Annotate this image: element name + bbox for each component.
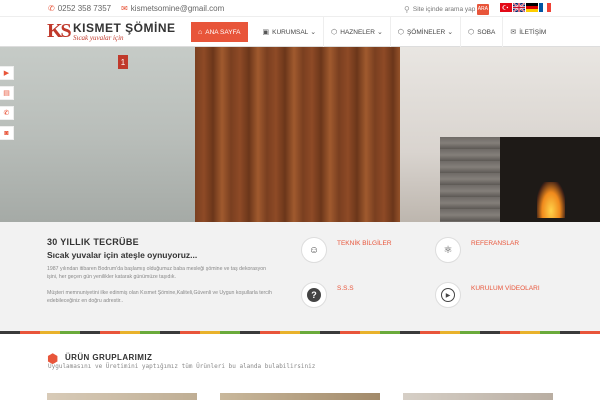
logo-name: KISMET ŞÖMİNE: [73, 21, 176, 35]
chevron-down-icon: ⌄: [376, 29, 383, 36]
phone-number: 0252 358 7357: [57, 4, 112, 13]
cube-icon: ⬡: [468, 29, 475, 36]
hero-wood-panel: [195, 47, 400, 222]
product-thumb-1[interactable]: [47, 393, 197, 400]
main-header: KS KISMET ŞÖMİNE Sıcak yuvalar için ⌂ AN…: [0, 17, 600, 47]
top-bar: ✆ 0252 358 7357 ✉ kismetsomine@gmail.com…: [0, 0, 600, 17]
logo-slogan: Sıcak yuvalar için: [73, 34, 124, 42]
side-phone-button[interactable]: ✆: [0, 106, 14, 120]
user-icon: ▣: [262, 29, 270, 36]
nav-home[interactable]: ⌂ ANA SAYFA: [191, 22, 248, 42]
phone-icon: ✆: [3, 110, 10, 117]
side-play-button[interactable]: ▶: [0, 66, 14, 80]
side-toolbar: ▶ ▤ ✆ ◙: [0, 66, 14, 146]
play-icon: ▶: [435, 282, 461, 308]
chevron-down-icon: ⌄: [310, 29, 317, 36]
experience-heading: 30 YILLIK TECRÜBE: [47, 237, 139, 247]
question-icon: ?: [301, 282, 327, 308]
user-circle-icon: ☺: [301, 237, 327, 263]
email-address: kismetsomine@gmail.com: [130, 4, 225, 13]
side-document-button[interactable]: ▤: [0, 86, 14, 100]
english-flag-icon[interactable]: [513, 3, 525, 12]
french-flag-icon[interactable]: [539, 3, 551, 12]
phone-item[interactable]: ✆ 0252 358 7357: [48, 4, 111, 13]
products-subtitle: Uygulamasını ve Üretimini yaptığımız tüm…: [48, 363, 316, 370]
nav-iletisim[interactable]: ✉ İLETİŞİM: [503, 17, 553, 47]
about-paragraph-1: 1987 yılından itibaren Bodrum'da başlamı…: [47, 266, 266, 280]
search-box: ⚲ ARA: [404, 3, 496, 15]
nav-label: İLETİŞİM: [519, 28, 547, 36]
envelope-icon: ✉: [121, 4, 128, 13]
logo-mark: KS: [47, 20, 72, 42]
chevron-down-icon: ⌄: [447, 29, 454, 36]
site-logo[interactable]: KS KISMET ŞÖMİNE Sıcak yuvalar için: [47, 20, 177, 44]
products-title: ÜRÜN GRUPLARIMIZ: [65, 353, 153, 362]
camera-icon: ◙: [4, 129, 9, 137]
email-item[interactable]: ✉ kismetsomine@gmail.com: [121, 4, 224, 13]
feature-label: S.S.S: [337, 285, 354, 292]
product-thumb-3[interactable]: [403, 393, 553, 400]
slide-number-badge[interactable]: 1: [118, 55, 128, 69]
main-nav: ⌂ ANA SAYFA ▣ KURUMSAL ⌄ ⬡ HAZNELER ⌄ ⬡ …: [189, 17, 553, 47]
search-input[interactable]: [412, 5, 477, 13]
feature-label: KURULUM VİDEOLARI: [471, 285, 540, 292]
document-icon: ▤: [3, 90, 10, 97]
phone-icon: ✆: [48, 4, 55, 13]
search-button[interactable]: ARA: [476, 3, 489, 15]
feature-label: REFERANSLAR: [471, 240, 520, 247]
nav-kurumsal[interactable]: ▣ KURUMSAL ⌄: [256, 17, 325, 47]
hero-left-panel: [0, 47, 195, 222]
hero-slider[interactable]: 1: [0, 47, 600, 222]
nav-label: KURUMSAL: [272, 28, 309, 36]
feature-sss[interactable]: ? S.S.S: [301, 282, 354, 308]
german-flag-icon[interactable]: [526, 3, 538, 12]
search-icon: ⚲: [404, 4, 410, 14]
fire-flame-icon: [537, 182, 565, 218]
feature-teknik-bilgiler[interactable]: ☺ TEKNİK BİLGİLER: [301, 237, 392, 263]
nav-label: ŞÖMİNELER: [406, 28, 446, 36]
nav-label: HAZNELER: [340, 28, 375, 36]
experience-subheading: Sıcak yuvalar için ateşle oynuyoruz...: [47, 250, 198, 260]
turkish-flag-icon[interactable]: [500, 3, 512, 12]
products-section: ⬢ ÜRÜN GRUPLARIMIZ Uygulamasını ve Üreti…: [0, 335, 600, 400]
nav-soba[interactable]: ⬡ SOBA: [461, 17, 504, 47]
side-camera-button[interactable]: ◙: [0, 126, 14, 140]
nav-hazneler[interactable]: ⬡ HAZNELER ⌄: [324, 17, 391, 47]
play-circle-icon: ▶: [3, 70, 10, 77]
feature-label: TEKNİK BİLGİLER: [337, 240, 392, 247]
contact-info: ✆ 0252 358 7357 ✉ kismetsomine@gmail.com: [48, 4, 234, 13]
nav-label: ANA SAYFA: [205, 28, 241, 36]
info-section: 30 YILLIK TECRÜBE Sıcak yuvalar için ate…: [0, 222, 600, 332]
feature-referanslar[interactable]: ⚛ REFERANSLAR: [435, 237, 519, 263]
cube-icon: ⬡: [331, 29, 338, 36]
feature-kurulum-videolari[interactable]: ▶ KURULUM VİDEOLARI: [435, 282, 540, 308]
hero-stone-panel: [440, 137, 500, 222]
cube-icon: ⬡: [397, 29, 404, 36]
product-thumbnails: [0, 393, 600, 400]
nav-sominerler[interactable]: ⬡ ŞÖMİNELER ⌄: [391, 17, 462, 47]
about-paragraph-2: Müşteri memnuniyetini ilke edinmiş olan …: [47, 290, 272, 304]
product-thumb-2[interactable]: [220, 393, 380, 400]
language-flags: [500, 3, 551, 12]
mail-icon: ✉: [510, 29, 517, 36]
home-icon: ⌂: [198, 28, 203, 36]
atom-icon: ⚛: [435, 237, 461, 263]
nav-label: SOBA: [477, 28, 496, 36]
